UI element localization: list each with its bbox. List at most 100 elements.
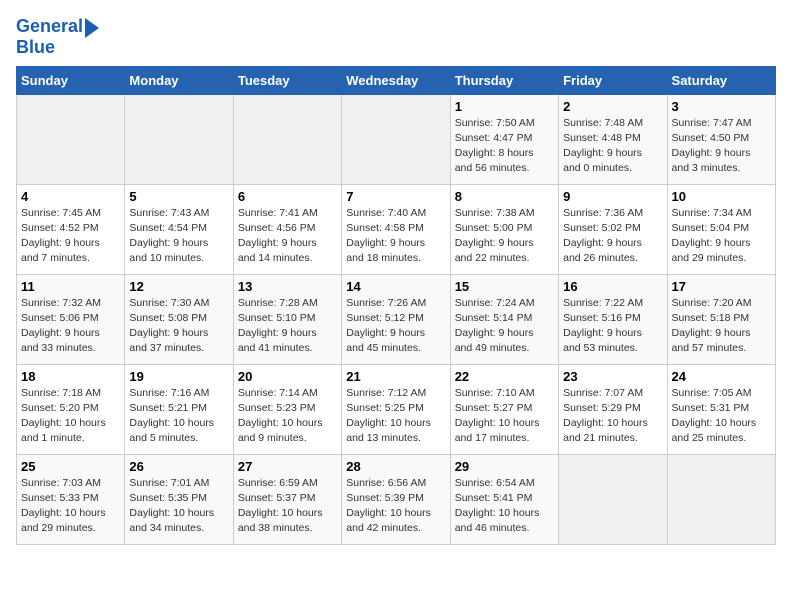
calendar-cell: 28 Sunrise: 6:56 AM Sunset: 5:39 PM Dayli… — [342, 454, 450, 544]
week-row-5: 25 Sunrise: 7:03 AM Sunset: 5:33 PM Dayli… — [17, 454, 776, 544]
calendar-cell: 29Sunrise: 6:54 AM Sunset: 5:41 PM Dayli… — [450, 454, 558, 544]
calendar-cell: 10Sunrise: 7:34 AM Sunset: 5:04 PM Dayli… — [667, 184, 775, 274]
calendar-cell — [667, 454, 775, 544]
day-info: Sunrise: 7:14 AM Sunset: 5:23 PM Dayligh… — [238, 386, 337, 447]
calendar-cell: 2Sunrise: 7:48 AM Sunset: 4:48 PM Daylig… — [559, 94, 667, 184]
calendar-cell: 20 Sunrise: 7:14 AM Sunset: 5:23 PM Dayli… — [233, 364, 341, 454]
calendar-cell: 5 Sunrise: 7:43 AM Sunset: 4:54 PM Daylig… — [125, 184, 233, 274]
day-number: 19 — [129, 369, 228, 384]
calendar-cell: 15Sunrise: 7:24 AM Sunset: 5:14 PM Dayli… — [450, 274, 558, 364]
calendar-cell — [342, 94, 450, 184]
calendar-cell: 23 Sunrise: 7:07 AM Sunset: 5:29 PM Dayli… — [559, 364, 667, 454]
day-info: Sunrise: 7:50 AM Sunset: 4:47 PM Dayligh… — [455, 116, 554, 177]
day-header-row: SundayMondayTuesdayWednesdayThursdayFrid… — [17, 66, 776, 94]
day-number: 20 — [238, 369, 337, 384]
calendar-cell: 18 Sunrise: 7:18 AM Sunset: 5:20 PM Dayli… — [17, 364, 125, 454]
calendar-header: SundayMondayTuesdayWednesdayThursdayFrid… — [17, 66, 776, 94]
day-info: Sunrise: 7:05 AM Sunset: 5:31 PM Dayligh… — [672, 386, 771, 447]
calendar-cell — [559, 454, 667, 544]
calendar-cell: 21 Sunrise: 7:12 AM Sunset: 5:25 PM Dayli… — [342, 364, 450, 454]
calendar-cell: 19 Sunrise: 7:16 AM Sunset: 5:21 PM Dayli… — [125, 364, 233, 454]
day-info: Sunrise: 7:03 AM Sunset: 5:33 PM Dayligh… — [21, 476, 120, 537]
day-number: 23 — [563, 369, 662, 384]
calendar-cell — [125, 94, 233, 184]
day-info: Sunrise: 7:34 AM Sunset: 5:04 PM Dayligh… — [672, 206, 771, 267]
day-number: 28 — [346, 459, 445, 474]
day-number: 18 — [21, 369, 120, 384]
day-number: 13 — [238, 279, 337, 294]
day-info: Sunrise: 7:47 AM Sunset: 4:50 PM Dayligh… — [672, 116, 771, 177]
calendar-cell — [233, 94, 341, 184]
day-info: Sunrise: 6:54 AM Sunset: 5:41 PM Dayligh… — [455, 476, 554, 537]
day-info: Sunrise: 7:28 AM Sunset: 5:10 PM Dayligh… — [238, 296, 337, 357]
day-info: Sunrise: 7:16 AM Sunset: 5:21 PM Dayligh… — [129, 386, 228, 447]
day-number: 5 — [129, 189, 228, 204]
logo-text-general: General — [16, 17, 83, 37]
day-number: 17 — [672, 279, 771, 294]
day-info: Sunrise: 7:24 AM Sunset: 5:14 PM Dayligh… — [455, 296, 554, 357]
calendar-cell: 9 Sunrise: 7:36 AM Sunset: 5:02 PM Daylig… — [559, 184, 667, 274]
week-row-1: 1 Sunrise: 7:50 AM Sunset: 4:47 PM Daylig… — [17, 94, 776, 184]
calendar-cell: 4Sunrise: 7:45 AM Sunset: 4:52 PM Daylig… — [17, 184, 125, 274]
day-info: Sunrise: 7:18 AM Sunset: 5:20 PM Dayligh… — [21, 386, 120, 447]
day-number: 25 — [21, 459, 120, 474]
day-info: Sunrise: 7:40 AM Sunset: 4:58 PM Dayligh… — [346, 206, 445, 267]
calendar-cell: 26 Sunrise: 7:01 AM Sunset: 5:35 PM Dayli… — [125, 454, 233, 544]
calendar-cell: 22 Sunrise: 7:10 AM Sunset: 5:27 PM Dayli… — [450, 364, 558, 454]
week-row-2: 4Sunrise: 7:45 AM Sunset: 4:52 PM Daylig… — [17, 184, 776, 274]
day-info: Sunrise: 7:32 AM Sunset: 5:06 PM Dayligh… — [21, 296, 120, 357]
page-header: General Blue — [16, 16, 776, 58]
day-header-friday: Friday — [559, 66, 667, 94]
day-number: 16 — [563, 279, 662, 294]
day-number: 12 — [129, 279, 228, 294]
day-info: Sunrise: 7:38 AM Sunset: 5:00 PM Dayligh… — [455, 206, 554, 267]
day-number: 27 — [238, 459, 337, 474]
day-header-thursday: Thursday — [450, 66, 558, 94]
day-info: Sunrise: 7:30 AM Sunset: 5:08 PM Dayligh… — [129, 296, 228, 357]
day-header-wednesday: Wednesday — [342, 66, 450, 94]
day-number: 9 — [563, 189, 662, 204]
calendar-cell: 24 Sunrise: 7:05 AM Sunset: 5:31 PM Dayli… — [667, 364, 775, 454]
day-number: 11 — [21, 279, 120, 294]
calendar-cell: 12 Sunrise: 7:30 AM Sunset: 5:08 PM Dayli… — [125, 274, 233, 364]
week-row-3: 11 Sunrise: 7:32 AM Sunset: 5:06 PM Dayli… — [17, 274, 776, 364]
calendar-cell: 27 Sunrise: 6:59 AM Sunset: 5:37 PM Dayli… — [233, 454, 341, 544]
calendar-cell: 3 Sunrise: 7:47 AM Sunset: 4:50 PM Daylig… — [667, 94, 775, 184]
calendar-cell: 7 Sunrise: 7:40 AM Sunset: 4:58 PM Daylig… — [342, 184, 450, 274]
day-number: 1 — [455, 99, 554, 114]
calendar-cell: 1 Sunrise: 7:50 AM Sunset: 4:47 PM Daylig… — [450, 94, 558, 184]
day-header-sunday: Sunday — [17, 66, 125, 94]
day-number: 3 — [672, 99, 771, 114]
day-info: Sunrise: 7:10 AM Sunset: 5:27 PM Dayligh… — [455, 386, 554, 447]
calendar-cell: 6Sunrise: 7:41 AM Sunset: 4:56 PM Daylig… — [233, 184, 341, 274]
day-number: 7 — [346, 189, 445, 204]
calendar-cell: 14Sunrise: 7:26 AM Sunset: 5:12 PM Dayli… — [342, 274, 450, 364]
week-row-4: 18 Sunrise: 7:18 AM Sunset: 5:20 PM Dayli… — [17, 364, 776, 454]
calendar-cell: 11 Sunrise: 7:32 AM Sunset: 5:06 PM Dayli… — [17, 274, 125, 364]
day-number: 21 — [346, 369, 445, 384]
day-info: Sunrise: 7:20 AM Sunset: 5:18 PM Dayligh… — [672, 296, 771, 357]
day-info: Sunrise: 6:59 AM Sunset: 5:37 PM Dayligh… — [238, 476, 337, 537]
logo-text-blue: Blue — [16, 38, 55, 58]
day-info: Sunrise: 7:07 AM Sunset: 5:29 PM Dayligh… — [563, 386, 662, 447]
day-number: 24 — [672, 369, 771, 384]
calendar-cell: 16Sunrise: 7:22 AM Sunset: 5:16 PM Dayli… — [559, 274, 667, 364]
calendar-cell — [17, 94, 125, 184]
day-info: Sunrise: 7:41 AM Sunset: 4:56 PM Dayligh… — [238, 206, 337, 267]
calendar-body: 1 Sunrise: 7:50 AM Sunset: 4:47 PM Daylig… — [17, 94, 776, 544]
day-header-monday: Monday — [125, 66, 233, 94]
day-info: Sunrise: 6:56 AM Sunset: 5:39 PM Dayligh… — [346, 476, 445, 537]
day-info: Sunrise: 7:12 AM Sunset: 5:25 PM Dayligh… — [346, 386, 445, 447]
day-number: 8 — [455, 189, 554, 204]
day-number: 2 — [563, 99, 662, 114]
day-info: Sunrise: 7:36 AM Sunset: 5:02 PM Dayligh… — [563, 206, 662, 267]
day-number: 22 — [455, 369, 554, 384]
calendar-table: SundayMondayTuesdayWednesdayThursdayFrid… — [16, 66, 776, 545]
day-info: Sunrise: 7:43 AM Sunset: 4:54 PM Dayligh… — [129, 206, 228, 267]
calendar-cell: 17 Sunrise: 7:20 AM Sunset: 5:18 PM Dayli… — [667, 274, 775, 364]
logo: General Blue — [16, 16, 99, 58]
day-info: Sunrise: 7:01 AM Sunset: 5:35 PM Dayligh… — [129, 476, 228, 537]
calendar-cell: 25 Sunrise: 7:03 AM Sunset: 5:33 PM Dayli… — [17, 454, 125, 544]
day-number: 26 — [129, 459, 228, 474]
day-number: 4 — [21, 189, 120, 204]
